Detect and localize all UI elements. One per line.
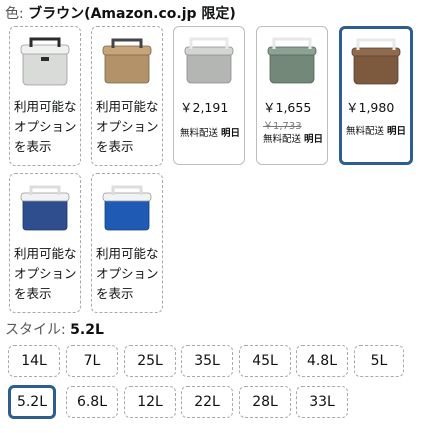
view-options-text: 利用可能なオプションを表示 [96,246,159,301]
size-option-7l[interactable]: 7L [66,345,118,377]
swatch-gray[interactable]: ￥2,191 無料配送 明日 [173,26,245,165]
price: ￥2,191 [180,100,229,115]
size-option-5l[interactable]: 5L [354,345,404,377]
shipping-info: 無料配送 明日 [346,123,406,137]
cooler-image-icon [178,31,240,91]
shipping-info: 無料配送 明日 [263,131,323,145]
size-option-4-8l[interactable]: 4.8L [296,345,348,377]
size-option-25l[interactable]: 25L [124,345,176,377]
style-value: 5.2L [70,322,104,338]
delivery-date: 明日 [304,134,324,145]
swatch-gray-white[interactable]: 利用可能なオプションを表示 [9,26,81,166]
size-option-12l[interactable]: 12L [124,386,176,418]
style-label: スタイル: [5,322,71,338]
price: ￥1,655 [263,100,312,115]
size-option-14l[interactable]: 14L [8,345,60,377]
size-option-28l[interactable]: 28L [239,386,291,418]
size-option-5-2l-selected[interactable]: 5.2L [8,385,56,419]
swatch-green[interactable]: ￥1,655 ￥1,733 無料配送 明日 [256,26,328,165]
cooler-image-icon [96,31,158,91]
cooler-image-icon [96,178,158,238]
swatch-navy[interactable]: 利用可能なオプションを表示 [9,173,81,313]
shipping-text: 無料配送 [263,134,305,145]
price: ￥1,980 [346,100,395,115]
view-options-text: 利用可能なオプションを表示 [14,246,77,301]
size-option-35l[interactable]: 35L [181,345,233,377]
cooler-image-icon [345,32,407,92]
shipping-info: 無料配送 明日 [180,125,240,139]
swatch-brown-selected[interactable]: ￥1,980 無料配送 明日 [339,26,413,165]
size-option-33l[interactable]: 33L [296,386,348,418]
swatch-tan[interactable]: 利用可能なオプションを表示 [91,26,163,166]
style-label-row: スタイル: 5.2L [5,320,104,340]
size-option-45l[interactable]: 45L [239,345,291,377]
color-value: ブラウン(Amazon.co.jp 限定) [28,6,236,22]
cooler-image-icon [14,31,76,91]
size-option-22l[interactable]: 22L [181,386,233,418]
view-options-text: 利用可能なオプションを表示 [14,99,77,154]
old-price: ￥1,733 [263,121,302,132]
shipping-text: 無料配送 [346,126,388,137]
shipping-text: 無料配送 [180,128,222,139]
delivery-date: 明日 [221,128,241,139]
color-label-row: 色: ブラウン(Amazon.co.jp 限定) [5,4,236,24]
view-options-text: 利用可能なオプションを表示 [96,99,159,154]
size-option-6-8l[interactable]: 6.8L [66,386,118,418]
swatch-blue[interactable]: 利用可能なオプションを表示 [91,173,163,313]
cooler-image-icon [261,31,323,91]
color-label: 色: [5,6,29,22]
cooler-image-icon [14,178,76,238]
delivery-date: 明日 [387,126,407,137]
